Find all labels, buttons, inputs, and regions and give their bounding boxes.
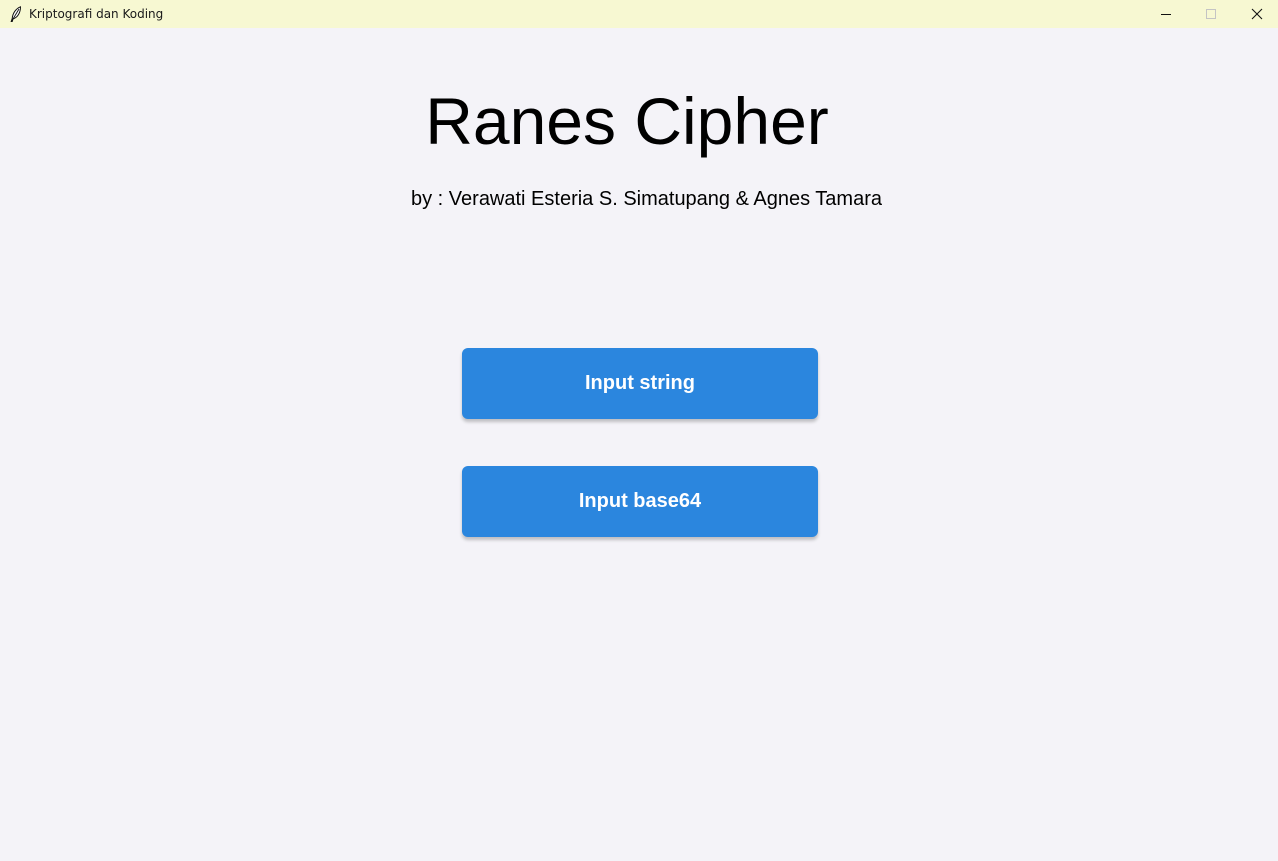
input-base64-button[interactable]: Input base64 (462, 466, 818, 537)
input-string-button[interactable]: Input string (462, 348, 818, 419)
page-title: Ranes Cipher (425, 84, 829, 158)
feather-icon (10, 6, 22, 22)
authors-subtitle: by : Verawati Esteria S. Simatupang & Ag… (411, 188, 882, 210)
window-title: Kriptografi dan Koding (29, 7, 164, 21)
close-button[interactable] (1234, 0, 1278, 28)
minimize-icon (1161, 14, 1171, 15)
maximize-button[interactable] (1188, 0, 1234, 28)
close-icon (1251, 8, 1263, 20)
minimize-button[interactable] (1143, 0, 1189, 28)
maximize-icon (1206, 9, 1216, 19)
title-bar[interactable]: Kriptografi dan Koding (0, 0, 1278, 28)
